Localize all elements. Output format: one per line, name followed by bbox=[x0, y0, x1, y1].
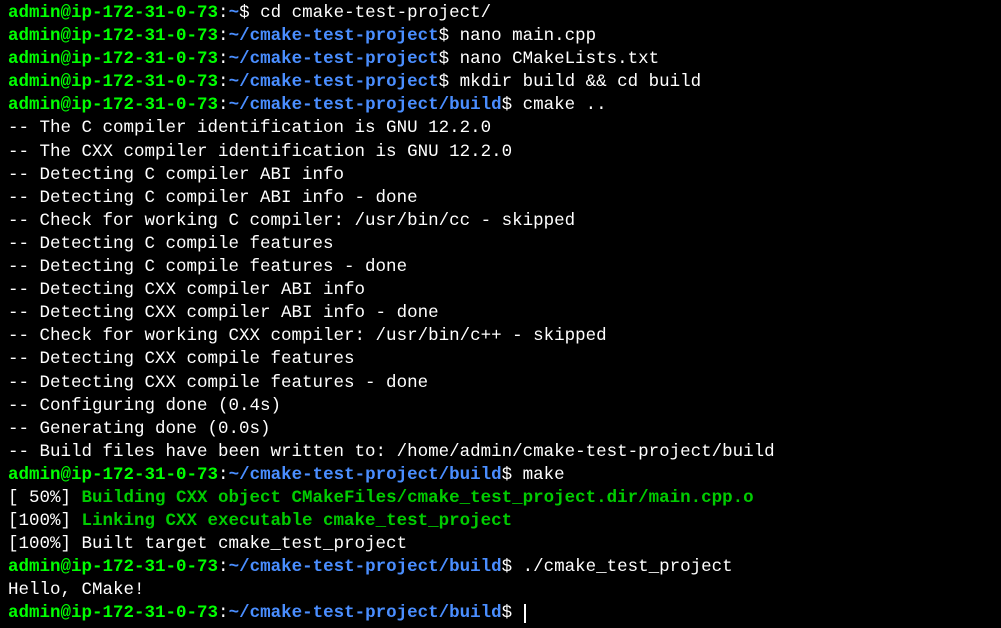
output-line: -- Detecting CXX compile features - done bbox=[8, 372, 993, 395]
user-host: admin@ip-172-31-0-73 bbox=[8, 72, 218, 92]
working-dir: ~/cmake-test-project/build bbox=[229, 557, 502, 577]
prompt-line: admin@ip-172-31-0-73:~$ cd cmake-test-pr… bbox=[8, 2, 993, 25]
command-text: cmake .. bbox=[523, 95, 607, 115]
prompt-line: admin@ip-172-31-0-73:~/cmake-test-projec… bbox=[8, 556, 993, 579]
user-host: admin@ip-172-31-0-73 bbox=[8, 557, 218, 577]
output-line: -- Build files have been written to: /ho… bbox=[8, 441, 993, 464]
user-host: admin@ip-172-31-0-73 bbox=[8, 3, 218, 23]
output-line: -- Detecting C compile features - done bbox=[8, 256, 993, 279]
user-host: admin@ip-172-31-0-73 bbox=[8, 26, 218, 46]
output-line: -- Detecting CXX compiler ABI info - don… bbox=[8, 302, 993, 325]
working-dir: ~/cmake-test-project bbox=[229, 72, 439, 92]
command-text: nano main.cpp bbox=[460, 26, 597, 46]
working-dir: ~/cmake-test-project bbox=[229, 49, 439, 69]
build-step: Building CXX object CMakeFiles/cmake_tes… bbox=[82, 488, 754, 508]
command-text: mkdir build && cd build bbox=[460, 72, 702, 92]
working-dir: ~ bbox=[229, 3, 240, 23]
user-host: admin@ip-172-31-0-73 bbox=[8, 49, 218, 69]
working-dir: ~/cmake-test-project/build bbox=[229, 603, 502, 623]
output-line: [100%] Built target cmake_test_project bbox=[8, 533, 993, 556]
command-text: nano CMakeLists.txt bbox=[460, 49, 660, 69]
output-line: -- The C compiler identification is GNU … bbox=[8, 117, 993, 140]
output-line: [100%] Linking CXX executable cmake_test… bbox=[8, 510, 993, 533]
prompt-line-active[interactable]: admin@ip-172-31-0-73:~/cmake-test-projec… bbox=[8, 602, 993, 625]
user-host: admin@ip-172-31-0-73 bbox=[8, 95, 218, 115]
output-line: -- Detecting C compiler ABI info - done bbox=[8, 187, 993, 210]
output-line: -- Detecting CXX compiler ABI info bbox=[8, 279, 993, 302]
prompt-line: admin@ip-172-31-0-73:~/cmake-test-projec… bbox=[8, 25, 993, 48]
cursor-icon bbox=[524, 604, 526, 623]
working-dir: ~/cmake-test-project/build bbox=[229, 465, 502, 485]
working-dir: ~/cmake-test-project/build bbox=[229, 95, 502, 115]
output-line: -- Check for working CXX compiler: /usr/… bbox=[8, 325, 993, 348]
output-line: -- Detecting C compiler ABI info bbox=[8, 164, 993, 187]
command-text: ./cmake_test_project bbox=[523, 557, 733, 577]
output-line: -- Detecting C compile features bbox=[8, 233, 993, 256]
output-line: [ 50%] Building CXX object CMakeFiles/cm… bbox=[8, 487, 993, 510]
user-host: admin@ip-172-31-0-73 bbox=[8, 465, 218, 485]
user-host: admin@ip-172-31-0-73 bbox=[8, 603, 218, 623]
output-line: -- Check for working C compiler: /usr/bi… bbox=[8, 210, 993, 233]
working-dir: ~/cmake-test-project bbox=[229, 26, 439, 46]
output-line: -- Detecting CXX compile features bbox=[8, 348, 993, 371]
prompt-line: admin@ip-172-31-0-73:~/cmake-test-projec… bbox=[8, 464, 993, 487]
output-line: -- Generating done (0.0s) bbox=[8, 418, 993, 441]
prompt-line: admin@ip-172-31-0-73:~/cmake-test-projec… bbox=[8, 71, 993, 94]
command-text: cd cmake-test-project/ bbox=[260, 3, 491, 23]
command-text: make bbox=[523, 465, 565, 485]
build-step: Linking CXX executable cmake_test_projec… bbox=[82, 511, 513, 531]
output-line: -- The CXX compiler identification is GN… bbox=[8, 141, 993, 164]
prompt-line: admin@ip-172-31-0-73:~/cmake-test-projec… bbox=[8, 94, 993, 117]
output-line: Hello, CMake! bbox=[8, 579, 993, 602]
terminal-output[interactable]: admin@ip-172-31-0-73:~$ cd cmake-test-pr… bbox=[8, 2, 993, 626]
output-line: -- Configuring done (0.4s) bbox=[8, 395, 993, 418]
prompt-line: admin@ip-172-31-0-73:~/cmake-test-projec… bbox=[8, 48, 993, 71]
